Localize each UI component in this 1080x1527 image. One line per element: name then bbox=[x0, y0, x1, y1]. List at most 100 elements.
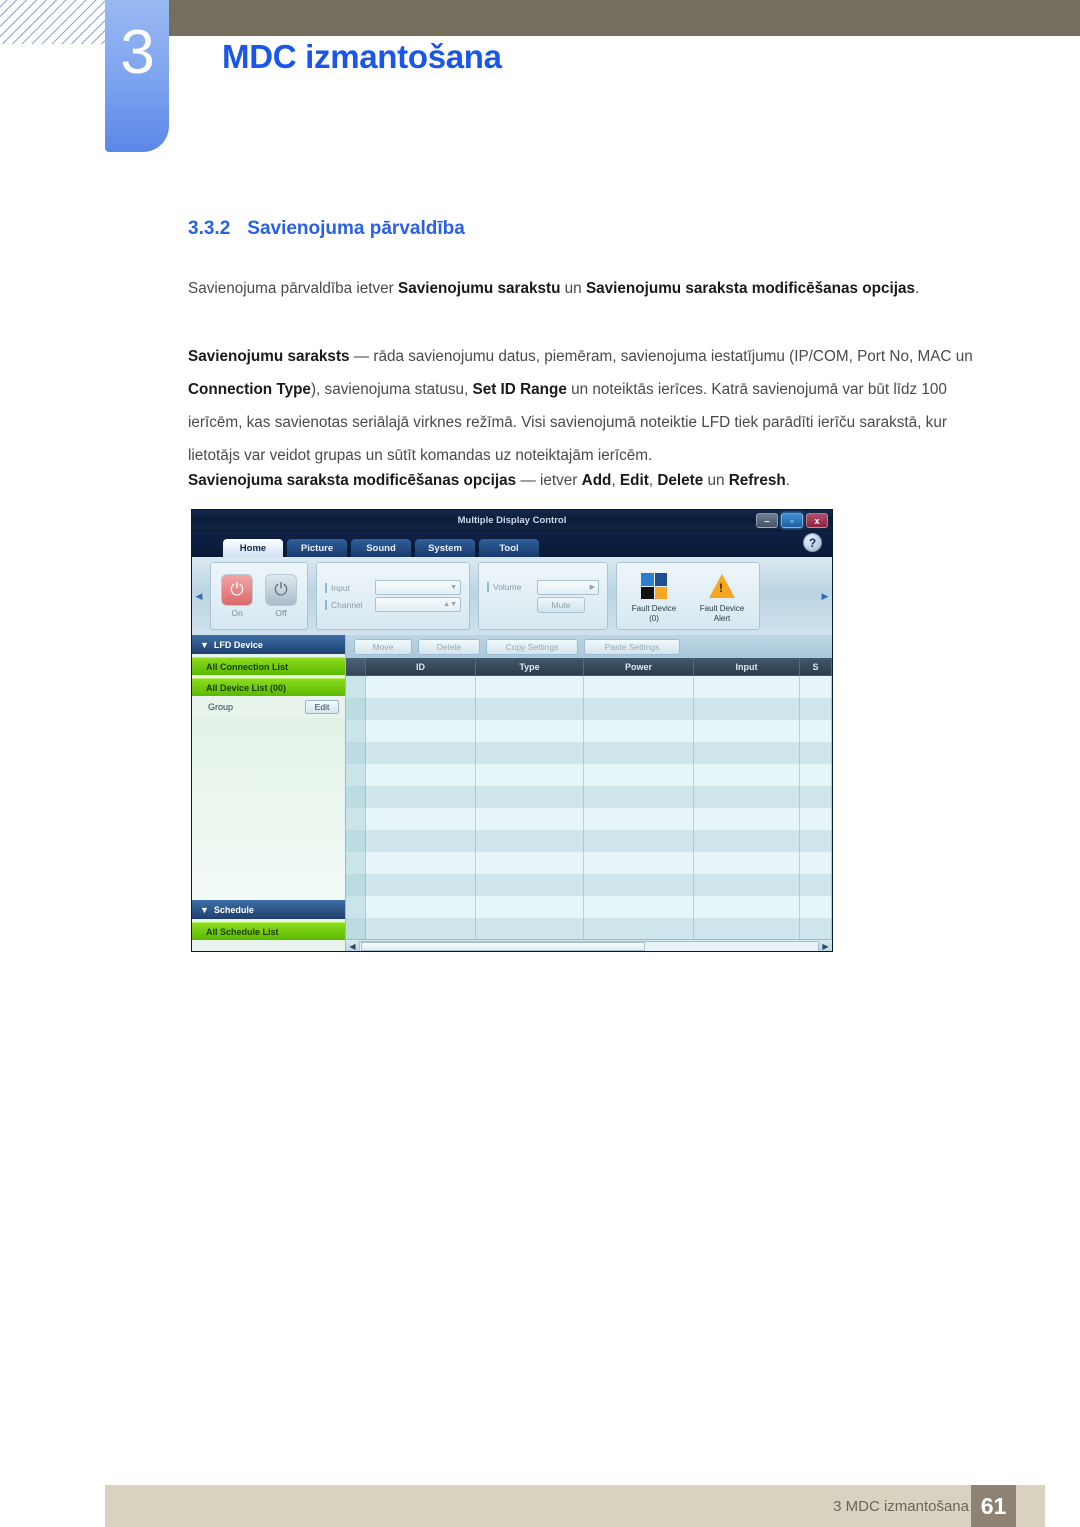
horizontal-scrollbar[interactable]: ◀ ▶ bbox=[346, 939, 832, 951]
sidebar-item-all-schedule-list[interactable]: All Schedule List bbox=[192, 922, 345, 940]
tab-tool[interactable]: Tool bbox=[478, 538, 540, 557]
power-on-button[interactable]: ⏻ On bbox=[219, 574, 255, 618]
maximize-button[interactable]: ▫ bbox=[781, 513, 803, 528]
chevron-down-icon: ▼ bbox=[200, 639, 209, 650]
help-icon[interactable]: ? bbox=[803, 533, 822, 552]
delete-button[interactable]: Delete bbox=[418, 638, 480, 655]
column-header-type[interactable]: Type bbox=[476, 658, 584, 675]
scroll-left-icon[interactable]: ◀ bbox=[346, 942, 359, 951]
volume-fields: Volume ▶ Mute bbox=[487, 578, 599, 615]
paste-settings-button[interactable]: Paste Settings bbox=[584, 638, 680, 655]
fault-device-button[interactable]: Fault Device (0) bbox=[625, 570, 683, 624]
sidebar-lfd-label: LFD Device bbox=[213, 639, 263, 650]
text-run-bold: Edit bbox=[619, 472, 649, 489]
text-run-bold: Refresh bbox=[728, 472, 786, 489]
group-edit-button[interactable]: Edit bbox=[305, 700, 339, 714]
table-row[interactable] bbox=[346, 764, 832, 786]
volume-field[interactable]: ▶ bbox=[537, 579, 599, 595]
text-run-bold: Set ID Range bbox=[472, 381, 567, 398]
table-row[interactable] bbox=[346, 808, 832, 830]
action-button-row: Move Delete Copy Settings Paste Settings bbox=[346, 635, 832, 658]
move-button[interactable]: Move bbox=[354, 638, 412, 655]
fault-group: Fault Device (0) Fault Device Alert bbox=[616, 562, 760, 630]
text-run-bold: Connection Type bbox=[188, 381, 311, 398]
close-button[interactable]: x bbox=[806, 513, 828, 528]
mute-button[interactable]: Mute bbox=[537, 596, 585, 613]
table-row[interactable] bbox=[346, 720, 832, 742]
text-run-bold: Savienojumu saraksts bbox=[188, 348, 350, 365]
power-group: ⏻ On ⏻ Off bbox=[210, 562, 308, 630]
column-header-id[interactable]: ID bbox=[366, 658, 476, 675]
copy-settings-button[interactable]: Copy Settings bbox=[486, 638, 578, 655]
table-row[interactable] bbox=[346, 830, 832, 852]
sidebar-item-all-connection-list[interactable]: All Connection List bbox=[192, 657, 345, 675]
table-row[interactable] bbox=[346, 676, 832, 698]
column-header-power[interactable]: Power bbox=[584, 658, 694, 675]
text-run: , bbox=[611, 472, 620, 489]
mdc-title-bar: Multiple Display Control – ▫ x bbox=[192, 510, 832, 531]
mdc-sidebar: ▼ LFD Device All Connection List All Dev… bbox=[192, 635, 346, 951]
text-run-bold: Savienojuma saraksta modificēšanas opcij… bbox=[188, 472, 517, 489]
input-dropdown[interactable]: ▼ bbox=[375, 580, 461, 595]
footer-text: 3 MDC izmantošana bbox=[833, 1498, 969, 1515]
tab-picture[interactable]: Picture bbox=[286, 538, 348, 557]
page-number: 61 bbox=[971, 1485, 1016, 1527]
fault-device-count: (0) bbox=[649, 614, 659, 623]
mute-row: Mute bbox=[487, 596, 599, 613]
text-run-bold: Delete bbox=[657, 472, 704, 489]
sidebar-section-lfd-device[interactable]: ▼ LFD Device bbox=[192, 635, 345, 654]
power-off-button[interactable]: ⏻ Off bbox=[263, 574, 299, 618]
column-header-input[interactable]: Input bbox=[694, 658, 800, 675]
input-label: Input bbox=[325, 582, 371, 593]
table-row[interactable] bbox=[346, 918, 832, 939]
table-row[interactable] bbox=[346, 852, 832, 874]
tab-system[interactable]: System bbox=[414, 538, 476, 557]
power-on-label: On bbox=[231, 608, 243, 618]
table-row[interactable] bbox=[346, 742, 832, 764]
quad-glyph bbox=[641, 573, 667, 599]
sidebar-group-label: Group bbox=[208, 702, 234, 712]
channel-label: Channel bbox=[325, 599, 371, 610]
text-run: . bbox=[785, 472, 790, 489]
table-row[interactable] bbox=[346, 896, 832, 918]
mdc-tab-bar: Home Picture Sound System Tool ? bbox=[192, 531, 832, 557]
chevron-down-icon: ▼ bbox=[200, 904, 209, 915]
channel-stepper[interactable]: ▲▼ bbox=[375, 597, 461, 612]
window-controls: – ▫ x bbox=[756, 513, 828, 528]
table-body[interactable] bbox=[346, 676, 832, 939]
mdc-toolbar: ◀ ⏻ On ⏻ Off Input ▼ Channel ▲▼ Volume ▶… bbox=[192, 557, 832, 635]
section-heading: 3.3.2 Savienojuma pārvaldība bbox=[188, 218, 465, 240]
text-run: ), savienojuma statusu, bbox=[310, 381, 473, 398]
scroll-right-icon[interactable]: ▶ bbox=[819, 942, 832, 951]
power-off-icon: ⏻ bbox=[265, 574, 297, 606]
table-row[interactable] bbox=[346, 698, 832, 720]
fault-wrap: Fault Device (0) Fault Device Alert bbox=[625, 568, 751, 624]
toolbar-scroll-right-icon[interactable]: ▶ bbox=[818, 562, 832, 630]
input-channel-fields: Input ▼ Channel ▲▼ bbox=[325, 578, 461, 614]
section-number: 3.3.2 bbox=[188, 218, 231, 239]
table-row[interactable] bbox=[346, 874, 832, 896]
scrollbar-thumb[interactable] bbox=[361, 942, 645, 951]
sidebar-group-row: Group Edit bbox=[192, 696, 345, 718]
fault-alert-button[interactable]: Fault Device Alert bbox=[693, 570, 751, 624]
table-row[interactable] bbox=[346, 786, 832, 808]
scrollbar-track[interactable] bbox=[359, 941, 819, 951]
warning-triangle-icon bbox=[693, 570, 751, 602]
tab-home[interactable]: Home bbox=[222, 538, 284, 557]
tab-sound[interactable]: Sound bbox=[350, 538, 412, 557]
select-all-checkbox[interactable] bbox=[346, 658, 366, 675]
column-header-status[interactable]: S bbox=[800, 658, 832, 675]
chapter-title: MDC izmantošana bbox=[222, 38, 502, 75]
text-run: un bbox=[703, 472, 729, 489]
section-title: Savienojuma pārvaldība bbox=[247, 218, 465, 239]
text-run: . bbox=[914, 280, 920, 297]
paragraph-1: Savienojuma pārvaldība ietver Savienojum… bbox=[188, 272, 978, 305]
input-row: Input ▼ bbox=[325, 580, 461, 595]
text-run: — ietver bbox=[516, 472, 582, 489]
minimize-button[interactable]: – bbox=[756, 513, 778, 528]
header-olive-bar bbox=[168, 0, 1080, 36]
sidebar-section-schedule[interactable]: ▼ Schedule bbox=[192, 900, 345, 919]
mdc-main-panel: Move Delete Copy Settings Paste Settings… bbox=[346, 635, 832, 951]
sidebar-item-all-device-list[interactable]: All Device List (00) bbox=[192, 678, 345, 696]
toolbar-scroll-left-icon[interactable]: ◀ bbox=[192, 562, 206, 630]
